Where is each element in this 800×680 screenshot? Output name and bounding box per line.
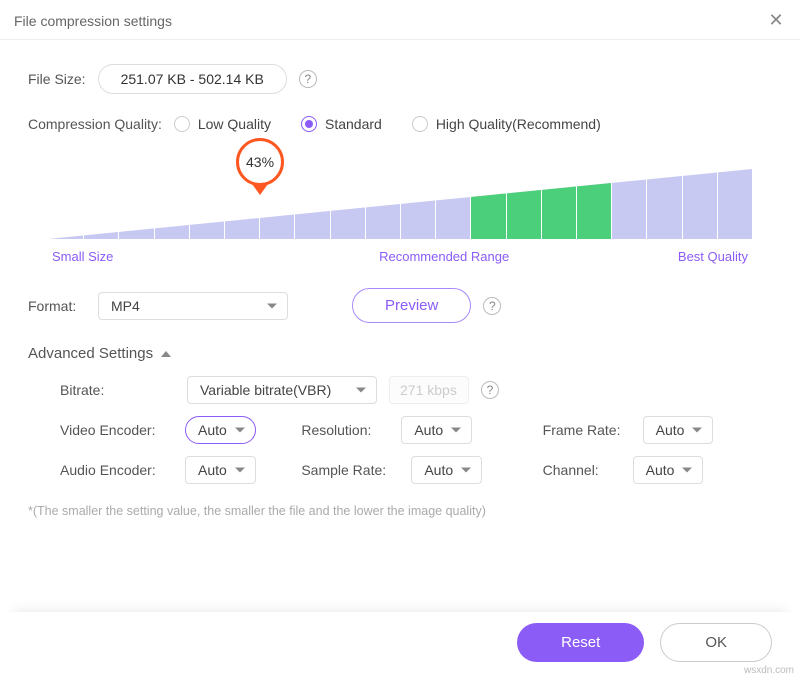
format-select[interactable]: MP4 xyxy=(98,292,288,320)
bitrate-label: Bitrate: xyxy=(60,382,175,398)
pin-icon xyxy=(252,184,268,195)
select-value: Auto xyxy=(646,462,675,478)
bitrate-input[interactable]: 271 kbps xyxy=(389,376,469,404)
radio-label: Standard xyxy=(325,116,382,132)
resolution-select[interactable]: Auto xyxy=(401,416,472,444)
radio-label: Low Quality xyxy=(198,116,271,132)
channel-select[interactable]: Auto xyxy=(633,456,704,484)
close-icon[interactable]: ✕ xyxy=(766,10,786,31)
select-value: Variable bitrate(VBR) xyxy=(200,382,331,398)
sample-rate-label: Sample Rate: xyxy=(301,462,401,478)
radio-low-quality[interactable]: Low Quality xyxy=(174,116,271,132)
select-value: Auto xyxy=(656,422,685,438)
slider-label-right: Best Quality xyxy=(678,249,748,264)
select-value: MP4 xyxy=(111,298,140,314)
slider-label-left: Small Size xyxy=(52,249,113,264)
select-value: Auto xyxy=(198,462,227,478)
advanced-settings-toggle[interactable]: Advanced Settings xyxy=(28,345,772,362)
watermark: wsxdn.com xyxy=(744,665,794,676)
resolution-label: Resolution: xyxy=(301,422,391,438)
file-size-value[interactable]: 251.07 KB - 502.14 KB xyxy=(98,64,287,94)
slider-triangle-icon xyxy=(48,164,752,239)
video-encoder-select[interactable]: Auto xyxy=(185,416,256,444)
slider-value: 43% xyxy=(236,138,284,186)
radio-dot-icon xyxy=(174,116,190,132)
bitrate-select[interactable]: Variable bitrate(VBR) xyxy=(187,376,377,404)
quality-radio-group: Low Quality Standard High Quality(Recomm… xyxy=(174,116,601,132)
audio-encoder-select[interactable]: Auto xyxy=(185,456,256,484)
select-value: Auto xyxy=(424,462,453,478)
radio-label: High Quality(Recommend) xyxy=(436,116,601,132)
sample-rate-select[interactable]: Auto xyxy=(411,456,482,484)
radio-dot-icon xyxy=(412,116,428,132)
settings-note: *(The smaller the setting value, the sma… xyxy=(28,504,772,518)
preview-button[interactable]: Preview xyxy=(352,288,471,323)
file-size-label: File Size: xyxy=(28,71,86,87)
slider-label-mid: Recommended Range xyxy=(379,249,509,264)
radio-standard[interactable]: Standard xyxy=(301,116,382,132)
audio-encoder-label: Audio Encoder: xyxy=(60,462,175,478)
video-encoder-label: Video Encoder: xyxy=(60,422,175,438)
reset-button[interactable]: Reset xyxy=(517,623,644,662)
format-label: Format: xyxy=(28,298,86,314)
radio-high-quality[interactable]: High Quality(Recommend) xyxy=(412,116,601,132)
radio-dot-icon xyxy=(301,116,317,132)
help-icon[interactable]: ? xyxy=(481,381,499,399)
frame-rate-label: Frame Rate: xyxy=(543,422,633,438)
compression-slider[interactable]: 43% Small Size Recommended Range Best Qu… xyxy=(28,144,772,264)
help-icon[interactable]: ? xyxy=(483,297,501,315)
select-value: Auto xyxy=(414,422,443,438)
ok-button[interactable]: OK xyxy=(660,623,772,662)
chevron-up-icon xyxy=(161,351,171,357)
channel-label: Channel: xyxy=(543,462,623,478)
window-title: File compression settings xyxy=(14,13,172,29)
frame-rate-select[interactable]: Auto xyxy=(643,416,714,444)
slider-handle[interactable]: 43% xyxy=(232,138,288,195)
compression-quality-label: Compression Quality: xyxy=(28,116,162,132)
advanced-settings-title: Advanced Settings xyxy=(28,345,153,362)
select-value: Auto xyxy=(198,422,227,438)
help-icon[interactable]: ? xyxy=(299,70,317,88)
